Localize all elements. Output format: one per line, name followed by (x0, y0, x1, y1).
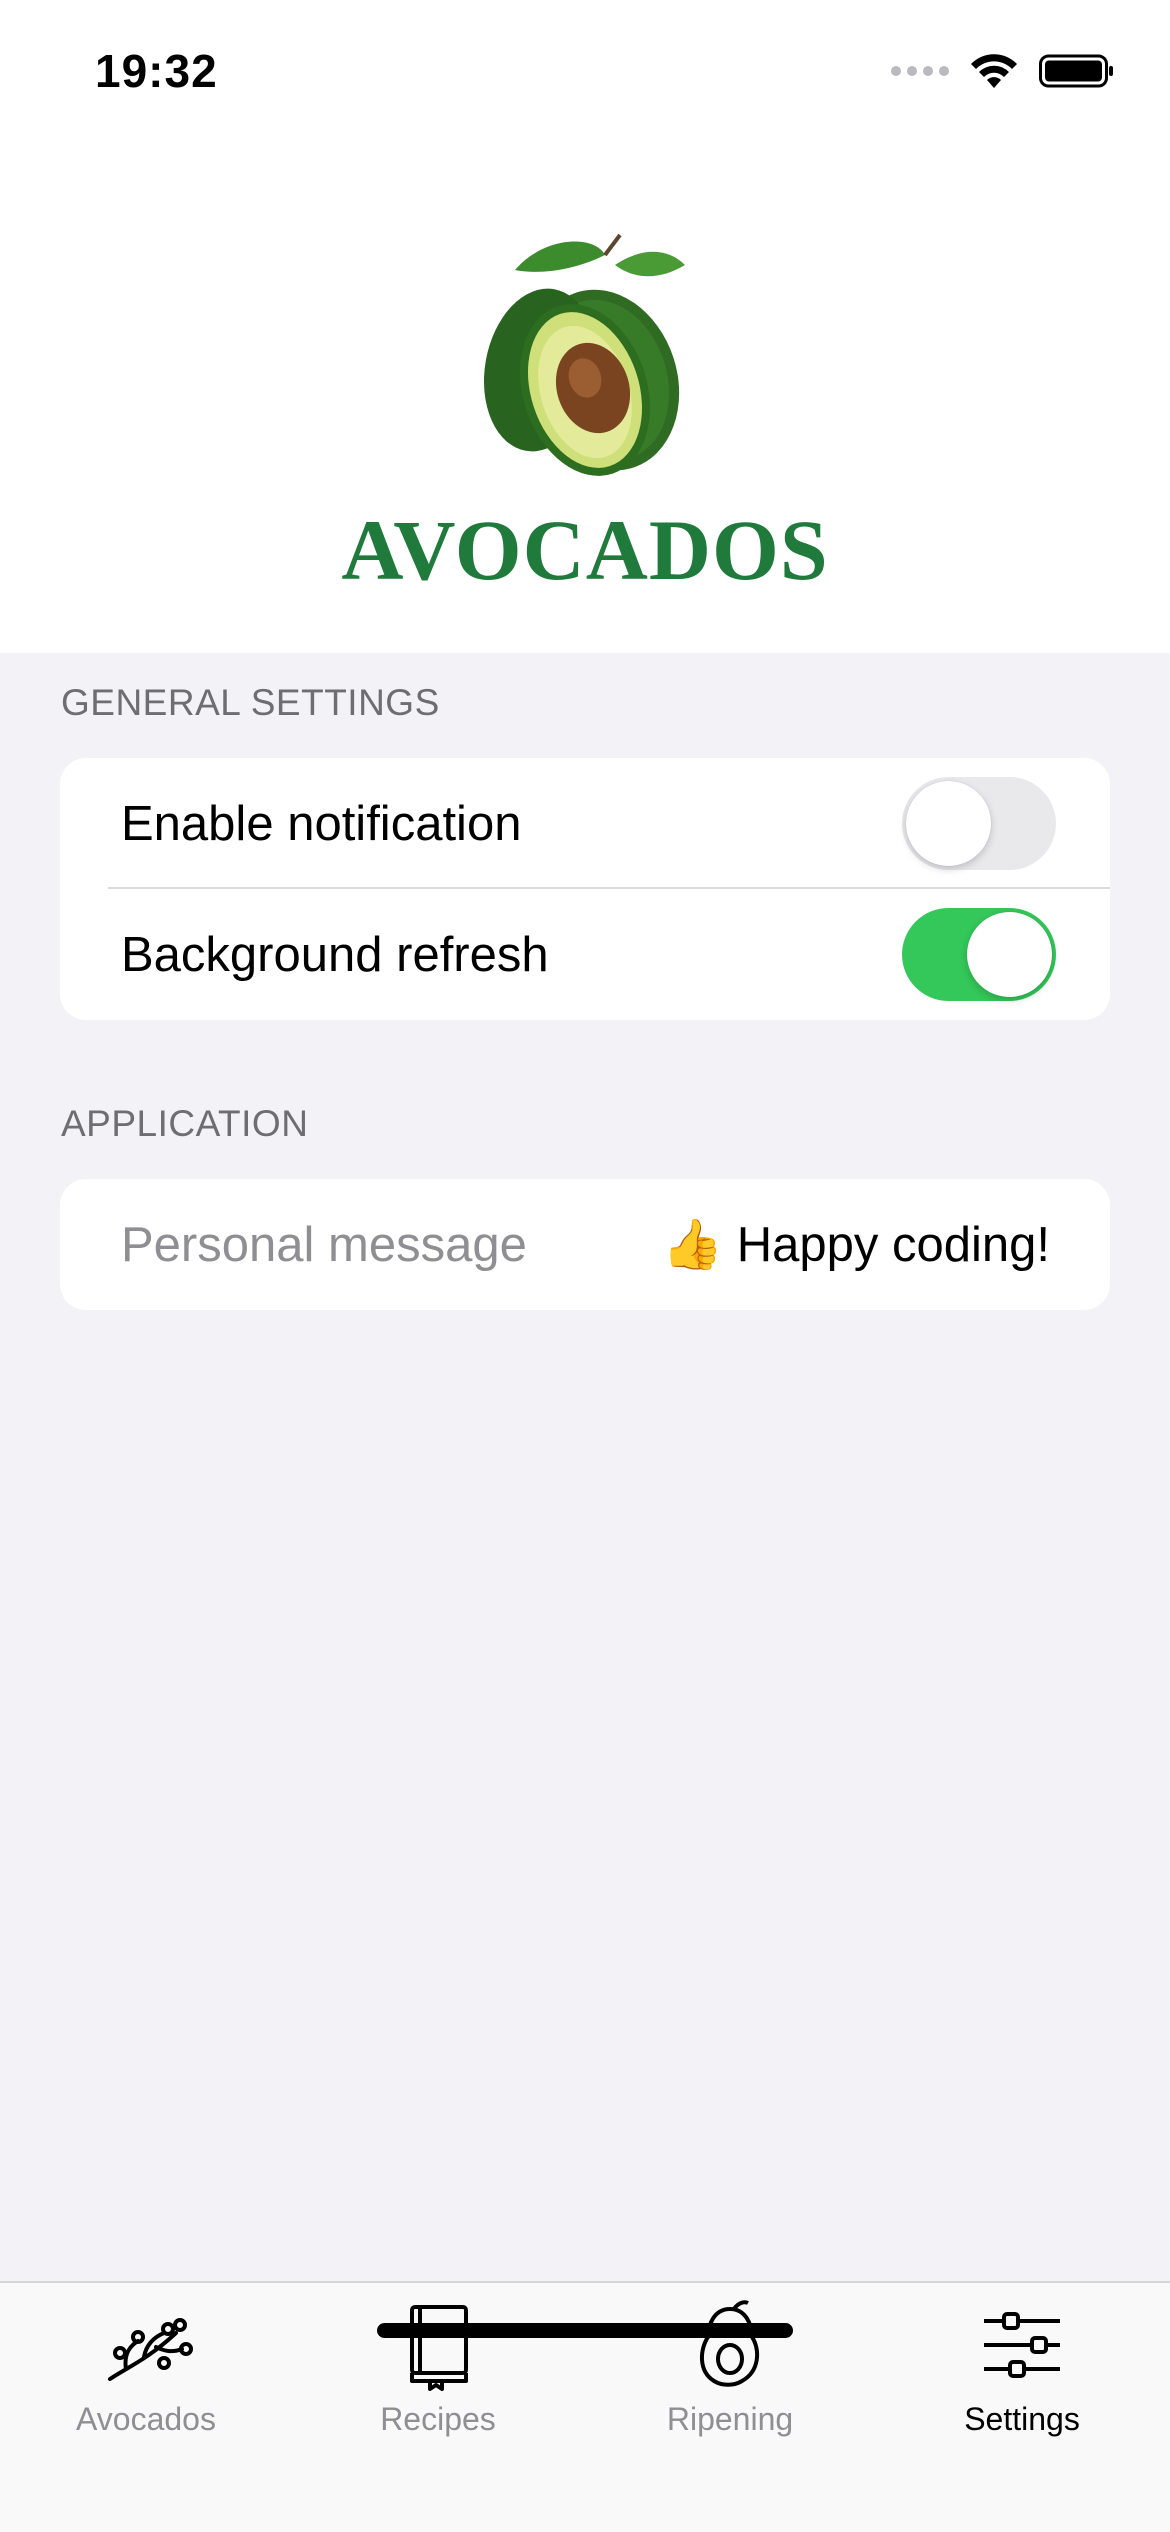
general-settings-group: Enable notification Background refresh (60, 758, 1110, 1020)
row-enable-notification: Enable notification (60, 758, 1110, 889)
row-personal-message: Personal message 👍 Happy coding! (60, 1179, 1110, 1310)
sliders-icon (984, 2312, 1060, 2378)
personal-message-value: 👍 Happy coding! (662, 1218, 1050, 1272)
enable-notification-toggle[interactable] (902, 777, 1056, 870)
avocado-icon (700, 2300, 760, 2387)
book-icon (410, 2305, 468, 2391)
background-refresh-label: Background refresh (121, 927, 549, 982)
settings-screen: 19:32 AVOCADOS GENERAL SETTINGS Enable n… (0, 0, 1170, 2532)
status-icons (891, 52, 1115, 90)
wifi-icon (971, 54, 1017, 88)
application-group: Personal message 👍 Happy coding! (60, 1179, 1110, 1310)
app-header: AVOCADOS (0, 140, 1170, 653)
status-bar: 19:32 (0, 0, 1170, 140)
section-header-general: GENERAL SETTINGS (61, 682, 440, 723)
section-header-application: APPLICATION (61, 1103, 309, 1144)
tab-ripening-label: Ripening (666, 2401, 794, 2437)
tab-recipes-label: Recipes (380, 2401, 496, 2437)
toggle-knob (967, 912, 1052, 997)
app-title: AVOCADOS (341, 502, 829, 598)
tab-bar: Avocados Recipes Ripening Settings (0, 2281, 1170, 2532)
row-background-refresh: Background refresh (60, 889, 1110, 1020)
tab-avocados-label: Avocados (76, 2401, 216, 2437)
status-time: 19:32 (95, 45, 218, 97)
home-indicator (377, 2323, 793, 2338)
cellular-signal-icon (891, 66, 949, 76)
avocado-logo-icon (483, 233, 685, 476)
battery-icon (1039, 54, 1113, 88)
enable-notification-label: Enable notification (121, 796, 522, 851)
personal-message-label: Personal message (121, 1217, 527, 1272)
tab-ripening[interactable]: Ripening (584, 2297, 876, 2447)
tab-settings-label: Settings (964, 2401, 1080, 2437)
background-refresh-toggle[interactable] (902, 908, 1056, 1001)
tab-avocados[interactable]: Avocados (0, 2297, 292, 2447)
branch-icon (108, 2318, 193, 2381)
tab-recipes[interactable]: Recipes (292, 2297, 584, 2447)
tab-settings[interactable]: Settings (876, 2297, 1168, 2447)
toggle-knob (906, 781, 991, 866)
